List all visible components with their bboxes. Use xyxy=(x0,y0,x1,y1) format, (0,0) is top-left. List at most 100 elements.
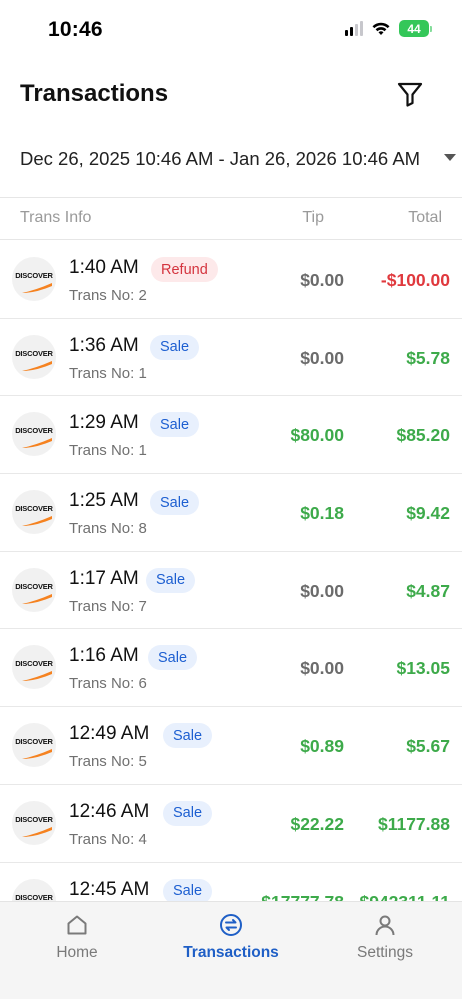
card-swoosh xyxy=(22,516,52,527)
tip-amount: $80.00 xyxy=(290,425,344,446)
discover-card-icon: DISCOVER xyxy=(12,490,56,535)
card-brand-text: DISCOVER xyxy=(15,426,53,436)
transaction-row[interactable]: DISCOVER 12:49 AM Sale Trans No: 5 $0.89 $5.6… xyxy=(0,707,462,785)
sale-badge: Sale xyxy=(148,645,198,671)
column-header-total: Total xyxy=(408,209,442,226)
tip-amount: $0.00 xyxy=(300,270,344,290)
transaction-number: Trans No: 5 xyxy=(69,753,147,771)
column-header-tip: Tip xyxy=(302,209,324,226)
transaction-time: 12:45 AM xyxy=(69,878,150,900)
total-amount: $9.42 xyxy=(406,503,450,524)
transaction-row[interactable]: DISCOVER 1:17 AM Sale Trans No: 7 $0.00 $4.87 xyxy=(0,552,462,630)
sale-badge: Sale xyxy=(163,878,213,904)
sale-badge: Sale xyxy=(163,800,213,826)
transaction-row[interactable]: DISCOVER 1:16 AM Sale Trans No: 6 $0.00 $13.0… xyxy=(0,629,462,708)
total-amount: $5.78 xyxy=(406,347,450,368)
transaction-time: 1:25 AM xyxy=(69,490,139,512)
transaction-row[interactable]: DISCOVER 1:29 AM Sale Trans No: 1 $80.00 $85.… xyxy=(0,396,462,475)
total-amount: $5.67 xyxy=(406,736,450,757)
tip-amount: $0.00 xyxy=(300,347,344,368)
tip-amount: $0.00 xyxy=(300,580,344,601)
card-brand-text: DISCOVER xyxy=(15,581,53,591)
home-icon xyxy=(64,912,90,938)
card-brand-text: DISCOVER xyxy=(15,504,53,514)
card-brand-text: DISCOVER xyxy=(15,737,53,747)
card-brand-text: DISCOVER xyxy=(15,814,53,824)
card-swoosh xyxy=(22,671,52,682)
nav-settings-label: Settings xyxy=(356,944,413,961)
screen: 10:46 44 Transactions Dec 26, 2025 10:46… xyxy=(0,0,462,999)
total-amount: $1177.88 xyxy=(377,813,450,834)
transaction-time: 1:17 AM xyxy=(69,567,139,589)
transaction-row[interactable]: DISCOVER 1:25 AM Sale Trans No: 8 $0.18 $9.42 xyxy=(0,474,462,552)
person-icon xyxy=(372,912,398,938)
card-swoosh xyxy=(22,283,52,293)
status-icons: 44 xyxy=(345,20,432,37)
transaction-number: Trans No: 4 xyxy=(69,830,147,848)
total-amount: $85.20 xyxy=(396,425,450,446)
sale-badge: Sale xyxy=(163,723,213,749)
cellular-signal-icon xyxy=(345,21,363,36)
nav-transactions-label: Transactions xyxy=(183,944,279,961)
tip-amount: $0.00 xyxy=(300,658,344,679)
sale-badge: Sale xyxy=(150,412,200,438)
status-time: 10:46 xyxy=(48,18,103,41)
transaction-number: Trans No: 8 xyxy=(69,520,147,538)
card-swoosh xyxy=(22,749,52,760)
discover-card-icon: DISCOVER xyxy=(12,334,56,379)
total-amount: $4.87 xyxy=(406,580,450,601)
card-swoosh xyxy=(22,593,52,604)
transaction-number: Trans No: 6 xyxy=(69,675,147,693)
transactions-icon xyxy=(218,912,244,938)
bottom-nav: Home Transactions Settings xyxy=(0,901,462,999)
card-swoosh xyxy=(22,438,52,449)
discover-card-icon: DISCOVER xyxy=(12,257,56,301)
discover-card-icon: DISCOVER xyxy=(12,412,56,457)
discover-card-icon: DISCOVER xyxy=(12,800,56,845)
battery-icon: 44 xyxy=(399,20,432,37)
filter-button[interactable] xyxy=(394,78,426,110)
battery-level: 44 xyxy=(399,20,429,37)
transaction-number: Trans No: 1 xyxy=(69,364,147,382)
page-title: Transactions xyxy=(20,80,169,107)
discover-card-icon: DISCOVER xyxy=(12,645,56,690)
transaction-number: Trans No: 7 xyxy=(69,597,147,615)
refund-badge: Refund xyxy=(151,257,218,282)
sale-badge: Sale xyxy=(150,334,200,360)
status-bar: 10:46 44 xyxy=(0,0,462,60)
card-swoosh xyxy=(22,826,52,837)
transaction-time: 12:49 AM xyxy=(69,723,150,745)
card-brand-text: DISCOVER xyxy=(15,348,53,358)
nav-settings[interactable]: Settings xyxy=(308,902,462,999)
card-brand-text: DISCOVER xyxy=(15,271,53,280)
total-amount: -$100.00 xyxy=(380,270,450,290)
total-amount: $13.05 xyxy=(396,658,450,679)
wifi-icon xyxy=(372,22,390,35)
transaction-time: 1:36 AM xyxy=(69,334,139,356)
card-swoosh xyxy=(22,360,52,371)
date-range-value: Dec 26, 2025 10:46 AM - Jan 26, 2026 10:… xyxy=(20,148,421,169)
table-header: Trans Info Tip Total xyxy=(0,198,462,240)
header: Transactions xyxy=(0,60,462,130)
sale-badge: Sale xyxy=(150,490,200,516)
transaction-time: 1:29 AM xyxy=(69,412,139,434)
transaction-row[interactable]: DISCOVER 1:36 AM Sale Trans No: 1 $0.00 $5.78 xyxy=(0,319,462,397)
date-range-selector[interactable]: Dec 26, 2025 10:46 AM - Jan 26, 2026 10:… xyxy=(0,140,462,178)
tip-amount: $0.89 xyxy=(300,736,344,757)
transaction-time: 12:46 AM xyxy=(69,800,150,822)
nav-home-label: Home xyxy=(56,944,98,961)
transaction-row[interactable]: DISCOVER 1:40 AM Refund Trans No: 2 $0.00 -$1… xyxy=(0,241,462,319)
transaction-list: DISCOVER 1:40 AM Refund Trans No: 2 $0.00 -$1… xyxy=(0,241,462,941)
discover-card-icon: DISCOVER xyxy=(12,723,56,768)
tip-amount: $22.22 xyxy=(290,813,344,834)
transaction-row[interactable]: DISCOVER 12:46 AM Sale Trans No: 4 $22.22 $11… xyxy=(0,785,462,863)
caret-down-icon xyxy=(444,154,456,161)
discover-card-icon: DISCOVER xyxy=(12,567,56,612)
nav-home[interactable]: Home xyxy=(0,902,154,999)
sale-badge: Sale xyxy=(146,567,196,593)
transaction-time: 1:40 AM xyxy=(69,257,139,278)
card-brand-text: DISCOVER xyxy=(15,659,53,669)
column-header-trans-info: Trans Info xyxy=(20,209,92,226)
nav-transactions[interactable]: Transactions xyxy=(154,902,308,999)
transaction-number: Trans No: 2 xyxy=(69,287,147,304)
